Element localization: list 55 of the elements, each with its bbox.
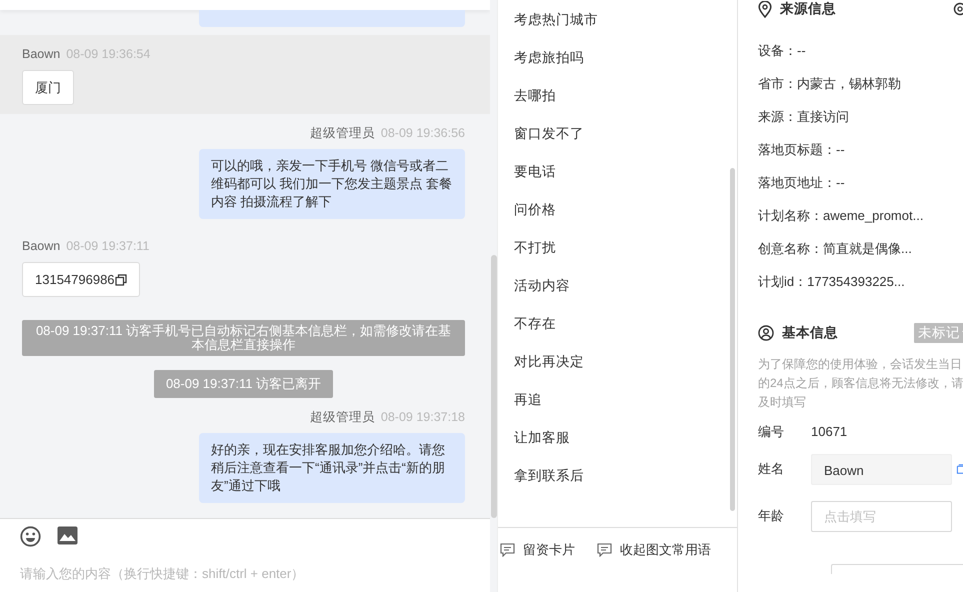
message-icon [597,543,612,557]
info-row-text: 省市：内蒙古，锡林郭勒 [758,75,902,93]
copy-icon[interactable] [114,274,127,286]
field-label: 编号 [758,423,785,441]
message-bubble: 厦门 [22,70,74,105]
info-row-text: 来源：直接访问 [758,108,850,126]
field-label: 姓名 [758,460,785,478]
sender-name: 超级管理员 [310,126,375,140]
quick-reply-item[interactable]: 拿到联系后 [514,464,737,502]
info-row-text: 计划名称：aweme_promot... [758,207,924,225]
quick-reply-item[interactable]: 让加客服 [514,426,737,464]
system-notice: 08-09 19:37:11 访客已离开 [154,370,334,398]
message-bubble: 13154796986 [22,262,140,297]
quick-reply-item[interactable]: 对比再决定 [514,350,737,388]
scrollbar[interactable] [730,168,735,511]
message-bubble: 可以的哦，亲发一下手机号 微信号或者二维码都可以 我们加一下您发主题景点 套餐内容 拍摄流程了解下 [199,149,465,219]
quick-reply-item[interactable]: 不打扰 [514,236,737,274]
info-row-text: 落地页标题：-- [758,141,846,159]
info-row-text: 设备：-- [758,42,807,60]
field-label: 年龄 [758,507,785,526]
sender-name: Baown [22,239,60,253]
quick-reply-item[interactable]: 窗口发不了 [514,122,737,160]
info-row-text: 创意名称：简直就是偶像... [758,240,913,258]
quick-reply-item[interactable]: 要电话 [514,160,737,198]
quick-reply-item[interactable]: 活动内容 [514,274,737,312]
sender-name: 超级管理员 [310,410,375,424]
info-row-text: 计划id：177354393225... [758,273,906,291]
user-icon [758,325,774,341]
action-button[interactable]: 留资卡片 [500,540,575,560]
location-pin-icon [758,0,772,18]
image-icon[interactable] [57,526,78,545]
quick-reply-item[interactable]: 再追 [514,388,737,426]
input-field[interactable]: 点击填写 [811,500,952,532]
quick-reply-item[interactable]: 考虑热门城市 [514,8,737,46]
emoji-icon[interactable] [20,526,41,547]
field-value: 10671 [811,423,848,441]
quick-reply-item[interactable]: 不存在 [514,312,737,350]
message-bubble: 好的亲，现在安排客服加您介绍哈。请您稍后注意查看一下“通讯录”并点击“新的朋友”通过下哦 [199,433,465,503]
info-row-text: 落地页地址：-- [758,174,846,192]
message-time: 08-09 19:37:18 [380,410,465,424]
name-field: Baown [811,454,952,484]
section-title: 基本信息 [782,324,838,342]
section-title: 来源信息 [780,0,836,18]
quick-reply-item[interactable]: 考虑旅拍吗 [514,46,737,84]
notice-text: 为了保障您的使用体验，会话发生当日的24点之后，顾客信息将无法修改，请及时填写 [758,356,963,411]
message-time: 08-09 19:36:56 [380,126,465,140]
message-icon [500,543,515,557]
quick-reply-item[interactable]: 问价格 [514,198,737,236]
scrollbar[interactable] [491,255,497,518]
input-field[interactable] [831,564,963,574]
action-button[interactable]: 收起图文常用语 [597,540,711,560]
quick-reply-item[interactable]: 去哪拍 [514,84,737,122]
system-notice: 08-09 19:37:11 访客手机号已自动标记右侧基本信息栏，如需修改请在基本信息栏直接操作 [22,320,465,356]
message-time: 08-09 19:37:11 [66,239,150,253]
sender-name: Baown [22,47,60,61]
